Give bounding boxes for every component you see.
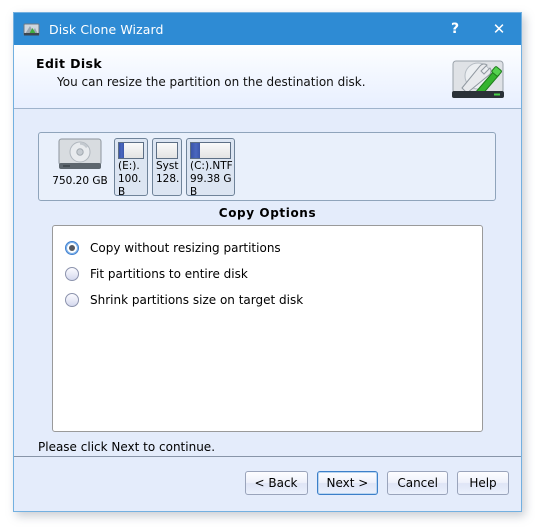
option-label: Fit partitions to entire disk [90, 267, 248, 281]
partition-label-line2: 128. [156, 173, 180, 185]
option-label: Copy without resizing partitions [90, 241, 281, 255]
disk-clone-wizard-window: Disk Clone Wizard ? ✕ Edit Disk You can … [13, 12, 522, 512]
target-disk[interactable]: 750.20 GB [49, 137, 111, 187]
partition-block[interactable]: Syst 128. [152, 138, 182, 196]
content-area: 750.20 GB (E:). 100. B Syst 128. (C:).NT… [14, 110, 521, 455]
partition-label-line1: (E:). [118, 160, 140, 172]
partition-label-line3: B [190, 186, 198, 196]
screenshot-root: Disk Clone Wizard ? ✕ Edit Disk You can … [0, 0, 535, 527]
partition-label-line1: (C:).NTF [190, 160, 233, 172]
partition-label-line1: Syst [156, 160, 179, 172]
disk-map-panel[interactable]: 750.20 GB (E:). 100. B Syst 128. (C:).NT… [38, 132, 496, 201]
window-title: Disk Clone Wizard [49, 21, 164, 37]
partition-usage-bar [156, 142, 178, 159]
option-copy-without-resizing[interactable]: Copy without resizing partitions [65, 238, 281, 258]
partition-block[interactable]: (E:). 100. B [114, 138, 148, 196]
option-fit-partitions[interactable]: Fit partitions to entire disk [65, 264, 248, 284]
help-button[interactable]: Help [457, 471, 509, 495]
hard-disk-icon [58, 138, 102, 169]
titlebar-help-button[interactable]: ? [433, 13, 477, 45]
radio-icon[interactable] [65, 293, 79, 307]
disk-capacity-label: 750.20 GB [52, 175, 108, 187]
status-hint: Please click Next to continue. [38, 440, 216, 454]
disk-wizard-icon [23, 21, 40, 38]
radio-icon-selected[interactable] [65, 241, 79, 255]
copy-options-title: Copy Options [218, 206, 317, 220]
partition-block[interactable]: (C:).NTF 99.38 G B [186, 138, 235, 196]
page-subtitle: You can resize the partition on the dest… [57, 75, 366, 89]
partition-label-line2: 99.38 G [190, 173, 232, 185]
title-bar: Disk Clone Wizard ? ✕ [14, 13, 521, 45]
cancel-button[interactable]: Cancel [387, 471, 448, 495]
partition-usage-bar [190, 142, 231, 159]
option-shrink-partitions[interactable]: Shrink partitions size on target disk [65, 290, 303, 310]
partition-label-line2: 100. [118, 173, 142, 185]
button-bar: < Back Next > Cancel Help [244, 471, 509, 495]
partition-usage-bar [118, 142, 144, 159]
page-title: Edit Disk [36, 56, 103, 71]
close-icon[interactable]: ✕ [477, 13, 521, 45]
copy-options-panel: Copy without resizing partitions Fit par… [52, 225, 483, 432]
hard-disk-tools-icon [449, 55, 507, 103]
partition-label-line3: B [118, 186, 126, 196]
radio-icon[interactable] [65, 267, 79, 281]
next-button[interactable]: Next > [316, 471, 379, 495]
back-button[interactable]: < Back [244, 471, 308, 495]
wizard-banner: Edit Disk You can resize the partition o… [14, 45, 521, 109]
option-label: Shrink partitions size on target disk [90, 293, 304, 307]
footer-bar: < Back Next > Cancel Help [14, 456, 521, 511]
